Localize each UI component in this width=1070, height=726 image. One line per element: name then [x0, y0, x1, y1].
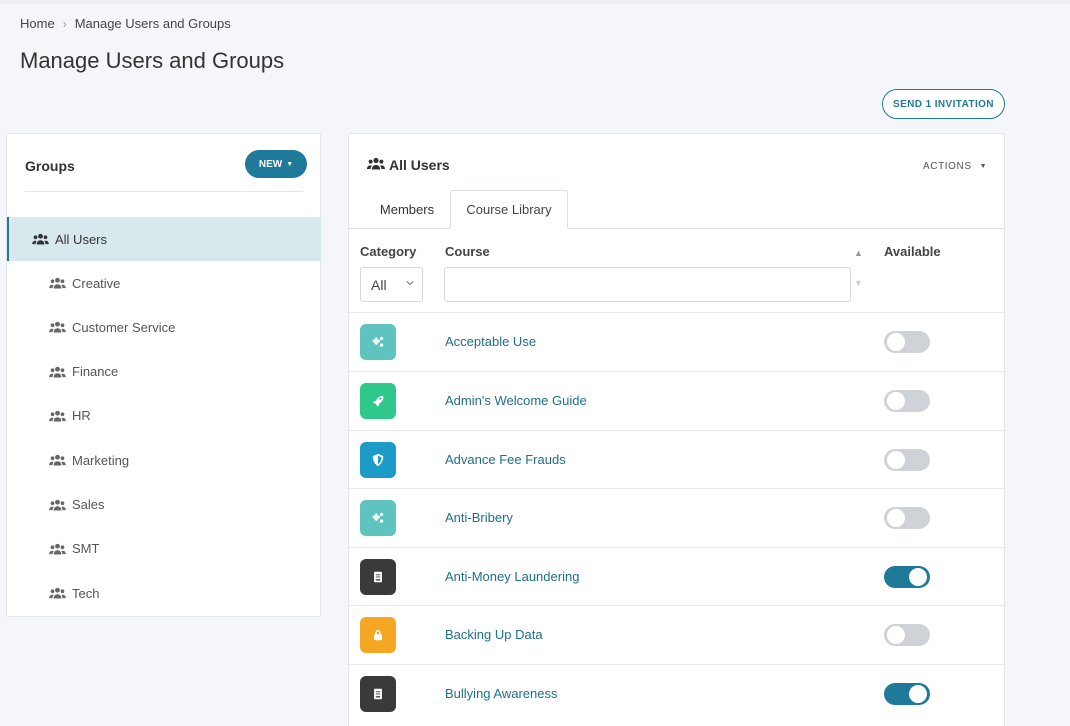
tab-members[interactable]: Members [367, 190, 447, 229]
group-item-label: Creative [72, 275, 121, 291]
users-title-text: All Users [389, 157, 450, 173]
course-name-link[interactable]: Admin's Welcome Guide [445, 393, 587, 408]
lock-icon [360, 617, 396, 653]
new-group-label: NEW [258, 158, 283, 170]
course-name-link[interactable]: Acceptable Use [445, 334, 536, 349]
column-header-course[interactable]: Course [445, 244, 490, 259]
group-item-customer-service[interactable]: Customer Service [7, 305, 321, 349]
available-toggle[interactable] [884, 566, 930, 588]
send-invitation-button[interactable]: SEND 1 INVITATION [882, 89, 1005, 119]
users-panel-title: All Users [367, 157, 450, 173]
caret-down-icon: ▼ [979, 163, 988, 170]
group-item-sales[interactable]: Sales [7, 483, 321, 527]
course-row: Advance Fee Frauds [349, 430, 1004, 488]
book-icon [360, 676, 396, 712]
course-row: Backing Up Data [349, 605, 1004, 664]
users-group-icon [367, 157, 385, 173]
course-row: Acceptable Use [349, 312, 1004, 371]
groups-panel: Groups NEW ▼ All Users Creative Customer S… [6, 133, 321, 617]
sort-arrows[interactable]: ▲ ▼ [854, 238, 863, 298]
group-item-label: Customer Service [72, 319, 176, 335]
available-toggle[interactable] [884, 683, 930, 705]
group-item-tech[interactable]: Tech [7, 571, 321, 615]
users-group-icon [49, 366, 66, 378]
course-row: Anti-Money Laundering [349, 547, 1004, 605]
course-name-link[interactable]: Backing Up Data [445, 627, 543, 642]
category-filter-value: All [371, 276, 387, 293]
available-toggle[interactable] [884, 449, 930, 471]
group-item-label: Finance [72, 364, 119, 380]
group-item-label: Sales [72, 497, 105, 512]
breadcrumb-separator-icon: › [62, 16, 67, 31]
available-toggle[interactable] [884, 390, 930, 412]
category-filter-select[interactable]: All [360, 267, 423, 302]
new-group-button[interactable]: NEW ▼ [245, 150, 307, 178]
group-item-label: HR [72, 408, 91, 424]
sort-down-icon[interactable]: ▼ [854, 268, 863, 298]
group-item-label: Marketing [72, 452, 130, 468]
course-row: Anti-Bribery [349, 488, 1004, 547]
actions-dropdown[interactable]: ACTIONS ▼ [923, 161, 987, 172]
users-group-icon [49, 454, 66, 466]
users-group-icon [32, 233, 49, 245]
shield-icon [360, 442, 396, 478]
gears-icon [360, 324, 396, 360]
rocket-icon [360, 383, 396, 419]
group-item-marketing[interactable]: Marketing [7, 438, 321, 482]
column-header-available: Available [884, 244, 941, 259]
breadcrumb-current: Manage Users and Groups [74, 16, 231, 31]
course-name-link[interactable]: Anti-Money Laundering [445, 569, 579, 584]
gears-icon [360, 500, 396, 536]
users-group-icon [49, 277, 66, 289]
users-group-icon [49, 499, 66, 511]
course-name-link[interactable]: Advance Fee Frauds [445, 452, 566, 467]
tabs-divider [349, 228, 1004, 229]
chevron-down-icon [406, 281, 414, 286]
users-panel: All Users ACTIONS ▼ Members Course Libra… [348, 133, 1005, 726]
group-item-creative[interactable]: Creative [7, 261, 321, 305]
column-header-category: Category [360, 244, 417, 259]
caret-down-icon: ▼ [286, 160, 294, 168]
groups-title: Groups [25, 158, 75, 174]
breadcrumb-home-link[interactable]: Home [20, 16, 55, 31]
group-item-label: SMT [72, 541, 100, 557]
tab-course-library[interactable]: Course Library [450, 190, 568, 229]
available-toggle[interactable] [884, 507, 930, 529]
available-toggle[interactable] [884, 624, 930, 646]
divider [25, 191, 303, 192]
course-filter-input[interactable] [444, 267, 851, 302]
actions-label: ACTIONS [923, 161, 972, 172]
course-name-link[interactable]: Bullying Awareness [445, 686, 558, 701]
group-item-hr[interactable]: HR [7, 394, 321, 438]
page-title: Manage Users and Groups [20, 48, 285, 73]
group-item-finance[interactable]: Finance [7, 350, 321, 394]
group-item-label: All Users [55, 231, 108, 247]
users-group-icon [49, 543, 66, 555]
book-icon [360, 559, 396, 595]
available-toggle[interactable] [884, 331, 930, 353]
top-bar [0, 0, 1070, 4]
users-group-icon [49, 321, 66, 333]
group-item-all-users[interactable]: All Users [7, 217, 321, 261]
course-row: Bullying Awareness [349, 664, 1004, 723]
group-item-label: Tech [72, 585, 100, 601]
course-row: Admin's Welcome Guide [349, 371, 1004, 430]
breadcrumb: Home › Manage Users and Groups [20, 16, 231, 31]
sort-up-icon[interactable]: ▲ [854, 238, 863, 268]
group-item-smt[interactable]: SMT [7, 527, 321, 571]
users-group-icon [49, 587, 66, 599]
course-name-link[interactable]: Anti-Bribery [445, 510, 513, 525]
users-group-icon [49, 410, 66, 422]
